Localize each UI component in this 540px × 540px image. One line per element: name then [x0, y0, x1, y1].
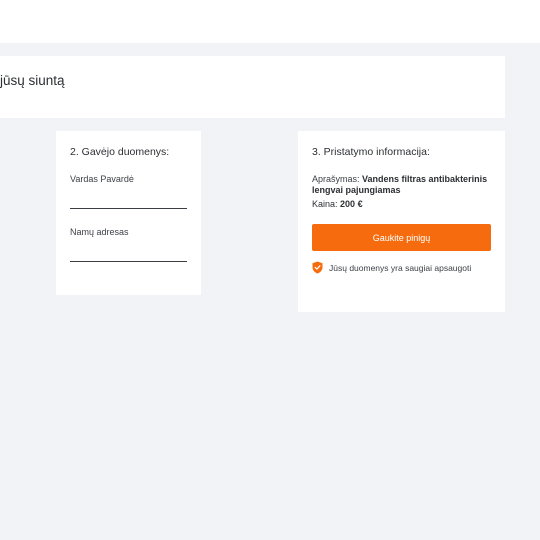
- description: Aprašymas: Vandens filtras antibakterini…: [312, 174, 491, 196]
- recipient-heading: 2. Gavėjo duomenys:: [70, 146, 170, 158]
- recipient-card: 2. Gavėjo duomenys: Vardas Pavardė Namų …: [56, 131, 201, 295]
- title-card: jūsų siuntą: [0, 56, 505, 118]
- price-label: Kaina:: [312, 199, 338, 209]
- price-value: 200 €: [340, 199, 363, 209]
- top-bar: [0, 0, 540, 43]
- address-input[interactable]: [70, 247, 187, 262]
- delivery-card: 3. Pristatymo informacija: Aprašymas: Va…: [298, 131, 505, 312]
- address-label: Namų adresas: [70, 227, 129, 237]
- name-input[interactable]: [70, 194, 187, 209]
- address-field-group: Namų adresas: [70, 227, 187, 262]
- name-field-group: Vardas Pavardė: [70, 174, 187, 209]
- delivery-heading: 3. Pristatymo informacija:: [312, 146, 430, 158]
- price: Kaina: 200 €: [312, 199, 491, 209]
- page-title: jūsų siuntą: [0, 73, 65, 88]
- description-label: Aprašymas:: [312, 174, 360, 184]
- shield-icon: [312, 261, 323, 274]
- name-label: Vardas Pavardė: [70, 174, 134, 184]
- secure-text: Jūsų duomenys yra saugiai apsaugoti: [329, 262, 472, 273]
- secure-notice: Jūsų duomenys yra saugiai apsaugoti: [312, 261, 491, 274]
- get-money-button[interactable]: Gaukite pinigų: [312, 224, 491, 251]
